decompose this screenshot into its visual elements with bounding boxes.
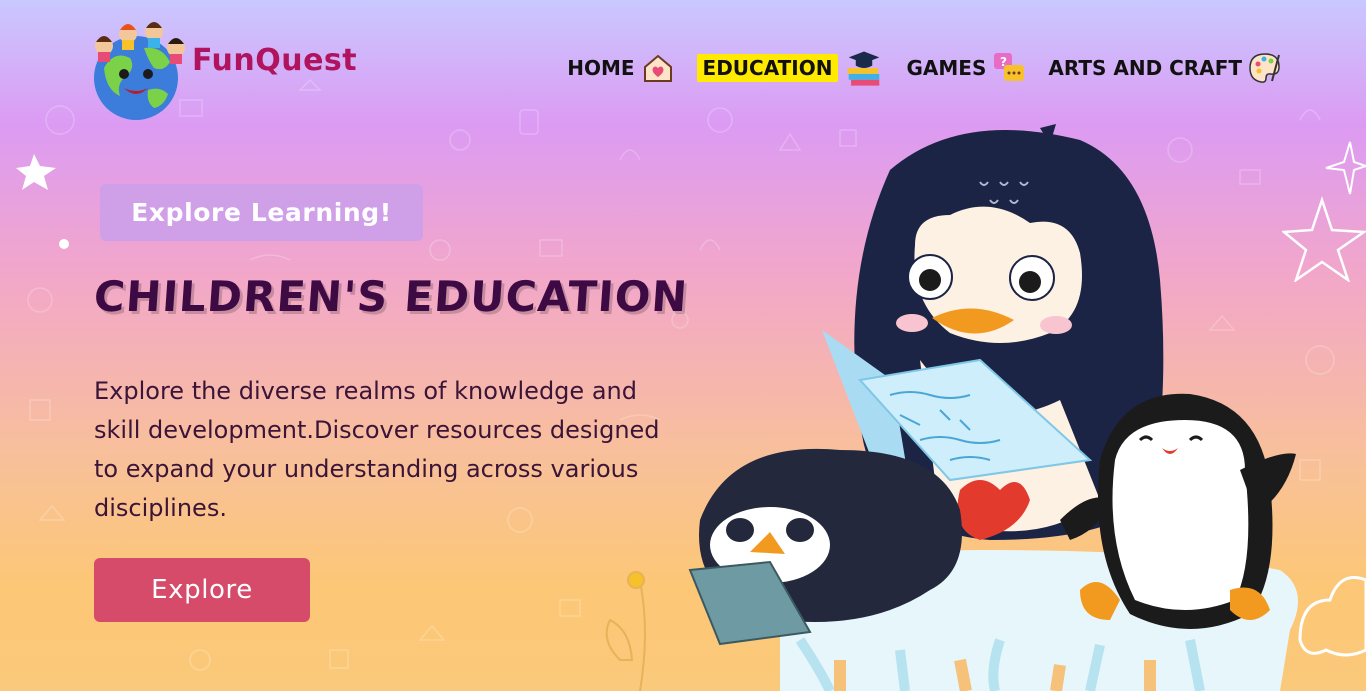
cloud-sketch bbox=[1298, 576, 1366, 657]
nav-item-games[interactable]: GAMES ? bbox=[906, 51, 1026, 85]
nav-item-education[interactable]: EDUCATION bbox=[696, 48, 885, 88]
explore-button[interactable]: Explore bbox=[94, 558, 310, 622]
nav-label-arts-and-craft: ARTS AND CRAFT bbox=[1048, 56, 1242, 80]
nav-label-games: GAMES bbox=[906, 56, 987, 80]
graduation-books-icon bbox=[848, 51, 880, 86]
brand-name: FunQuest bbox=[192, 43, 357, 78]
chat-bubbles-icon: ? bbox=[994, 53, 1025, 81]
penguins-reading-illustration bbox=[605, 124, 1366, 691]
main-nav: HOME EDUCATION GAMES ? ARTS AND CRAFT bbox=[567, 48, 1282, 88]
flower-sketch bbox=[605, 571, 646, 691]
globe-kids-icon bbox=[94, 22, 185, 120]
nav-item-arts-and-craft[interactable]: ARTS AND CRAFT bbox=[1048, 51, 1282, 85]
star-decoration-left bbox=[16, 154, 56, 190]
badge-label: Explore Learning! bbox=[131, 198, 392, 227]
nav-label-home: HOME bbox=[567, 56, 635, 80]
brand-name-fun: Fun bbox=[192, 42, 256, 78]
home-heart-icon bbox=[643, 54, 672, 82]
site-logo[interactable]: FunQuest bbox=[84, 18, 357, 122]
hero-description: Explore the diverse realms of knowledge … bbox=[94, 377, 660, 522]
brand-name-quest: Quest bbox=[255, 42, 358, 78]
nav-label-education: EDUCATION bbox=[696, 54, 839, 82]
explore-learning-badge: Explore Learning! bbox=[100, 184, 423, 241]
nav-item-home[interactable]: HOME bbox=[567, 51, 674, 85]
palette-icon bbox=[1249, 53, 1280, 83]
dot-decoration bbox=[59, 239, 69, 249]
